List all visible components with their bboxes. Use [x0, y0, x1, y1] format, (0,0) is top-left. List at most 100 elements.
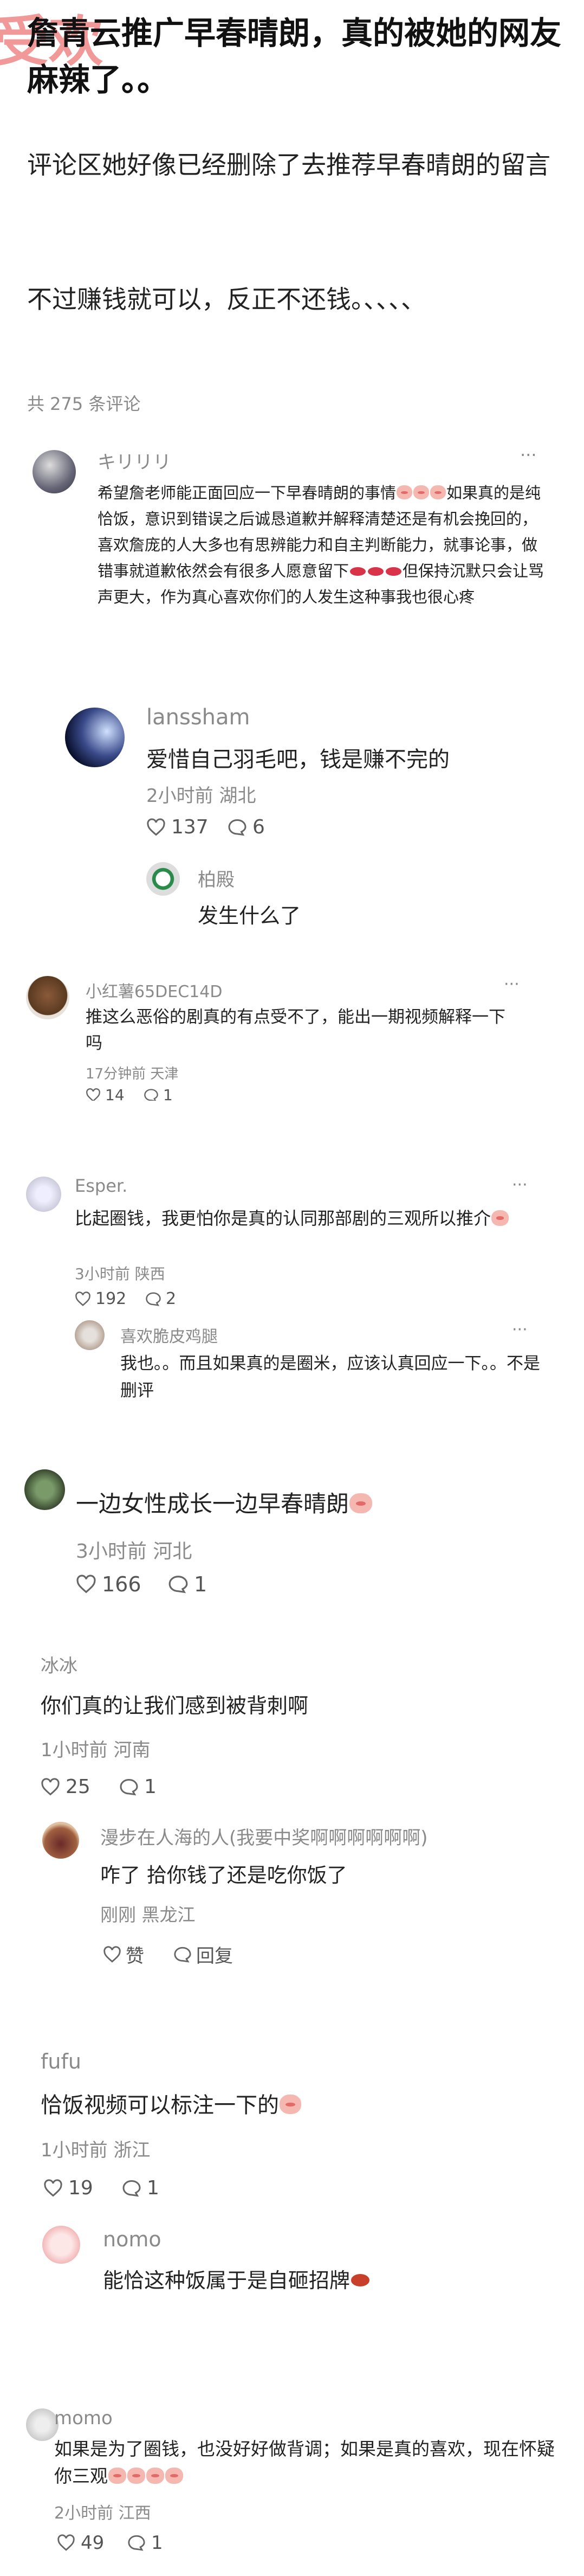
like-count: 14	[105, 1086, 125, 1101]
comment-bubble-icon	[168, 1576, 188, 1594]
comment-author[interactable]: momo	[54, 2407, 113, 2429]
pig-emoji-icon	[108, 2467, 126, 2484]
reply-text: 我也。。而且如果真的是圈米，应该认真回应一下。。不是删评	[120, 1354, 540, 1401]
reply-text: 发生什么了	[198, 904, 301, 928]
comment-block-8: momo 如果是为了圈钱，也没好好做背调；如果是真的喜欢，现在怀疑你三观 2小时…	[0, 2402, 584, 2576]
reply-author[interactable]: 喜欢脆皮鸡腿	[120, 1323, 218, 1347]
comment-text: 比起圈钱，我更怕你是真的认同那部剧的三观所以推介	[75, 1205, 541, 1232]
comment-bubble-icon	[128, 2535, 145, 2551]
comment-text-part-1: 希望詹老师能正面回应一下早春晴朗的事情	[98, 484, 397, 502]
reply-count-button[interactable]: 6	[228, 816, 265, 838]
avatar[interactable]	[33, 450, 76, 493]
comment-text-part-1: 比起圈钱，我更怕你是真的认同那部剧的三观所以推介	[75, 1208, 491, 1229]
comment-time-location: 1小时前 浙江	[41, 2140, 151, 2161]
comment-block-6: 冰冰 你们真的让我们感到被背刺啊 1小时前 河南 25 1 漫步在人海的人(我要…	[0, 1654, 584, 2012]
like-button[interactable]: 49	[57, 2532, 104, 2554]
comment-author[interactable]: Esper.	[75, 1175, 127, 1196]
more-icon[interactable]: ···	[512, 1320, 528, 1339]
like-button[interactable]: 192	[75, 1289, 126, 1308]
avatar[interactable]	[42, 1822, 79, 1859]
reply-count-button[interactable]: 1	[127, 2532, 163, 2554]
comment-bubble-icon	[174, 1947, 191, 1963]
like-count: 192	[95, 1289, 127, 1308]
like-button[interactable]: 19	[43, 2177, 93, 2199]
like-button[interactable]: 25	[41, 1776, 90, 1798]
comment-text: 爱惜自己羽毛吧，钱是赚不完的	[146, 747, 450, 772]
more-icon[interactable]: ···	[512, 1175, 528, 1194]
avatar[interactable]	[26, 976, 69, 1019]
comment-block-7: fufu 恰饭视频可以标注一下的 1小时前 浙江 19 1 nomo 能恰这种饭…	[0, 2039, 584, 2375]
like-count: 49	[81, 2532, 105, 2554]
reply-count-button[interactable]: 1	[119, 1776, 157, 1798]
comment-text: 恰饭视频可以标注一下的	[41, 2087, 302, 2119]
comment-time-location: 3小时前 河北	[76, 1540, 192, 1563]
like-button[interactable]: 166	[76, 1572, 141, 1596]
comment-author[interactable]: 冰冰	[41, 1654, 77, 1678]
comment-bubble-icon	[120, 1778, 138, 1795]
comment-text: 一边女性成长一边早春晴朗	[76, 1486, 373, 1519]
comment-author[interactable]: キリリリ	[98, 447, 171, 474]
reply-count: 1	[194, 1572, 207, 1596]
heart-icon	[76, 1575, 96, 1594]
like-count: 137	[171, 816, 209, 838]
avatar[interactable]	[24, 1469, 65, 1510]
comment-block-3: 小红薯65DEC14D ··· 推这么恶俗的剧真的有点受不了，能出一期视频解释一…	[0, 960, 584, 1101]
lips-emoji-icon	[350, 567, 366, 576]
comment-author[interactable]: 小红薯65DEC14D	[86, 978, 222, 1002]
comment-text: 推这么恶俗的剧真的有点受不了，能出一期视频解释一下吗	[86, 1007, 505, 1053]
avatar[interactable]	[26, 1177, 61, 1212]
comment-block-5: 一边女性成长一边早春晴朗 3小时前 河北 166 1	[0, 1459, 584, 1637]
heart-icon	[57, 2534, 75, 2551]
avatar[interactable]	[75, 1320, 105, 1350]
more-icon[interactable]: ···	[504, 975, 520, 994]
like-button[interactable]: 14	[86, 1086, 125, 1101]
lips-emoji-icon	[368, 567, 384, 576]
comment-author[interactable]: fufu	[41, 2050, 81, 2073]
post-body-line-1: 评论区她好像已经删除了去推荐早春晴朗的留言	[27, 150, 550, 179]
comment-bubble-icon	[146, 1292, 161, 1306]
more-icon[interactable]: ···	[520, 445, 537, 465]
reply-count-button[interactable]: 1	[168, 1572, 207, 1596]
reply-author[interactable]: 漫步在人海的人(我要中奖啊啊啊啊啊啊)	[100, 1823, 428, 1849]
heart-icon	[44, 2179, 62, 2196]
like-button[interactable]: 137	[146, 816, 209, 838]
reply-count: 1	[147, 2177, 159, 2199]
comment-bubble-icon	[144, 1088, 158, 1101]
post-title: 詹青云推广早春晴朗，真的被她的网友麻辣了。。	[27, 15, 562, 98]
comment-block-4: Esper. ··· 比起圈钱，我更怕你是真的认同那部剧的三观所以推介 3小时前…	[0, 1166, 584, 1437]
comment-author[interactable]: lanssham	[146, 705, 250, 730]
comment-text-part-1: 恰饭视频可以标注一下的	[41, 2093, 279, 2118]
avatar[interactable]	[65, 708, 125, 767]
avatar[interactable]	[26, 2408, 59, 2441]
reply-text: 咋了 拾你钱了还是吃你饭了	[100, 1864, 347, 1887]
reply-count: 1	[151, 2532, 163, 2554]
like-count: 19	[68, 2177, 93, 2199]
reply-count-button[interactable]: 2	[145, 1289, 176, 1308]
heart-icon	[75, 1291, 90, 1306]
reply-author[interactable]: 柏殿	[198, 865, 235, 891]
comment-count: 共 275 条评论	[27, 394, 141, 414]
reply-author[interactable]: nomo	[103, 2227, 161, 2251]
avatar[interactable]	[146, 862, 180, 896]
avatar[interactable]	[42, 2226, 80, 2264]
reply-count: 2	[166, 1289, 177, 1308]
pig-emoji-icon	[491, 1210, 509, 1226]
reply-count-button[interactable]: 1	[122, 2177, 159, 2199]
praying-hands-icon	[351, 2274, 370, 2287]
pig-emoji-icon	[165, 2467, 183, 2484]
comment-text: 你们真的让我们感到被背刺啊	[41, 1694, 309, 1718]
crying-emoji-icon	[430, 485, 446, 500]
comment-bubble-icon	[228, 819, 246, 836]
heart-icon	[147, 818, 165, 836]
like-count: 25	[66, 1776, 90, 1798]
like-label: 赞	[126, 1945, 144, 1967]
like-button[interactable]: 赞	[103, 1941, 144, 1968]
pig-emoji-icon	[349, 1493, 373, 1514]
comment-time-location: 2小时前 湖北	[146, 785, 256, 807]
reply-text: 能恰这种饭属于是自砸招牌	[103, 2264, 371, 2294]
reply-button[interactable]: 回复	[173, 1941, 233, 1968]
reply-count-button[interactable]: 1	[144, 1086, 173, 1101]
comment-time-location: 1小时前 河南	[41, 1739, 151, 1761]
pig-emoji-icon	[146, 2467, 164, 2484]
comment-time-location: 17分钟前 天津	[86, 1066, 179, 1082]
